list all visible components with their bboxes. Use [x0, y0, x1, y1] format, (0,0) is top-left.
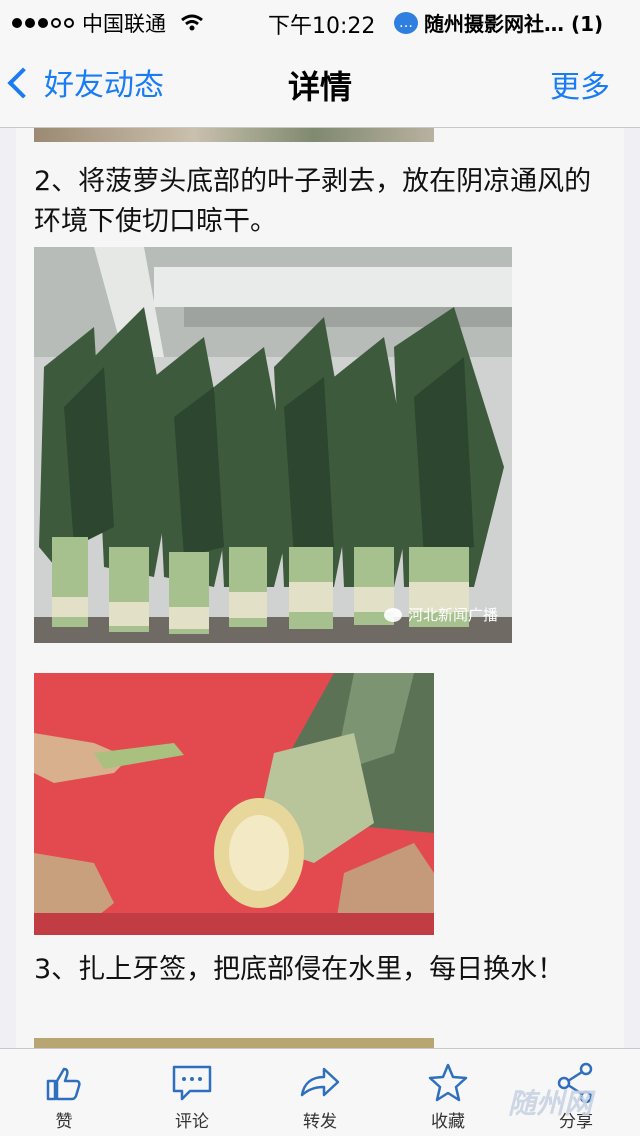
forward-button[interactable]: 转发	[256, 1049, 384, 1136]
navigation-bar: 好友动态 详情 更多	[0, 40, 640, 128]
forward-label: 转发	[303, 1112, 337, 1132]
forward-icon	[300, 1067, 340, 1097]
notification-text: 随州摄影网社… (1)	[424, 12, 604, 36]
status-time: 下午10:22	[268, 14, 376, 39]
star-icon	[428, 1063, 468, 1102]
like-button[interactable]: 赞	[0, 1049, 128, 1136]
notification-banner[interactable]: … 随州摄影网社… (1)	[394, 8, 603, 37]
step-2-text: 2、将菠萝头底部的叶子剥去，放在阴凉通风的环境下使切口晾干。	[34, 166, 592, 237]
wechat-icon	[383, 607, 402, 622]
step-3-text: 3、扎上牙签，把底部侵在水里，每日换水！	[34, 954, 565, 985]
carrier-name: 中国联通	[82, 12, 166, 36]
site-watermark: 随州网	[508, 1087, 593, 1120]
article-image-next	[34, 1038, 434, 1048]
pineapple-toothpick-photo[interactable]	[34, 673, 434, 935]
pineapple-toothpick-illustration	[34, 673, 434, 935]
signal-strength-icon	[12, 18, 74, 28]
message-icon: …	[394, 11, 418, 34]
pineapple-tops-illustration	[34, 247, 512, 643]
comment-label: 评论	[175, 1112, 209, 1132]
status-bar: 中国联通 下午10:22 … 随州摄影网社… (1)	[0, 0, 640, 40]
photo-watermark-text: 河北新闻广播	[407, 606, 498, 624]
comment-button[interactable]: 评论	[128, 1049, 256, 1136]
more-button[interactable]: 更多	[550, 62, 610, 106]
favorite-label: 收藏	[431, 1112, 465, 1132]
favorite-button[interactable]: 收藏	[384, 1049, 512, 1136]
article-content[interactable]: 2、将菠萝头底部的叶子剥去，放在阴凉通风的环境下使切口晾干。 河北新闻广播 3、…	[16, 128, 624, 1048]
pineapple-tops-photo[interactable]: 河北新闻广播	[34, 247, 512, 643]
comment-icon	[172, 1065, 212, 1101]
status-left: 中国联通	[12, 8, 204, 38]
photo-watermark: 河北新闻广播	[383, 604, 498, 625]
thumbs-up-icon	[46, 1067, 81, 1101]
wifi-icon	[181, 14, 203, 31]
page-title: 详情	[287, 68, 352, 106]
article-image-previous	[34, 128, 434, 142]
like-label: 赞	[55, 1112, 73, 1132]
